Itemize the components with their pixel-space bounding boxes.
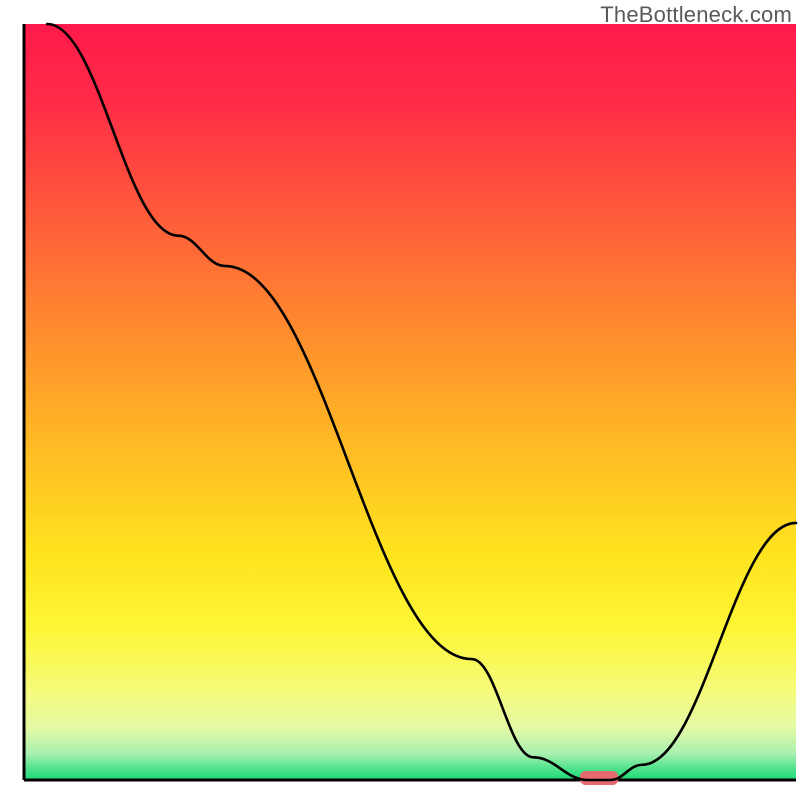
optimal-marker xyxy=(580,771,619,785)
bottleneck-chart xyxy=(0,0,800,800)
chart-container: TheBottleneck.com xyxy=(0,0,800,800)
watermark-text: TheBottleneck.com xyxy=(600,2,792,28)
plot-background xyxy=(24,24,796,780)
